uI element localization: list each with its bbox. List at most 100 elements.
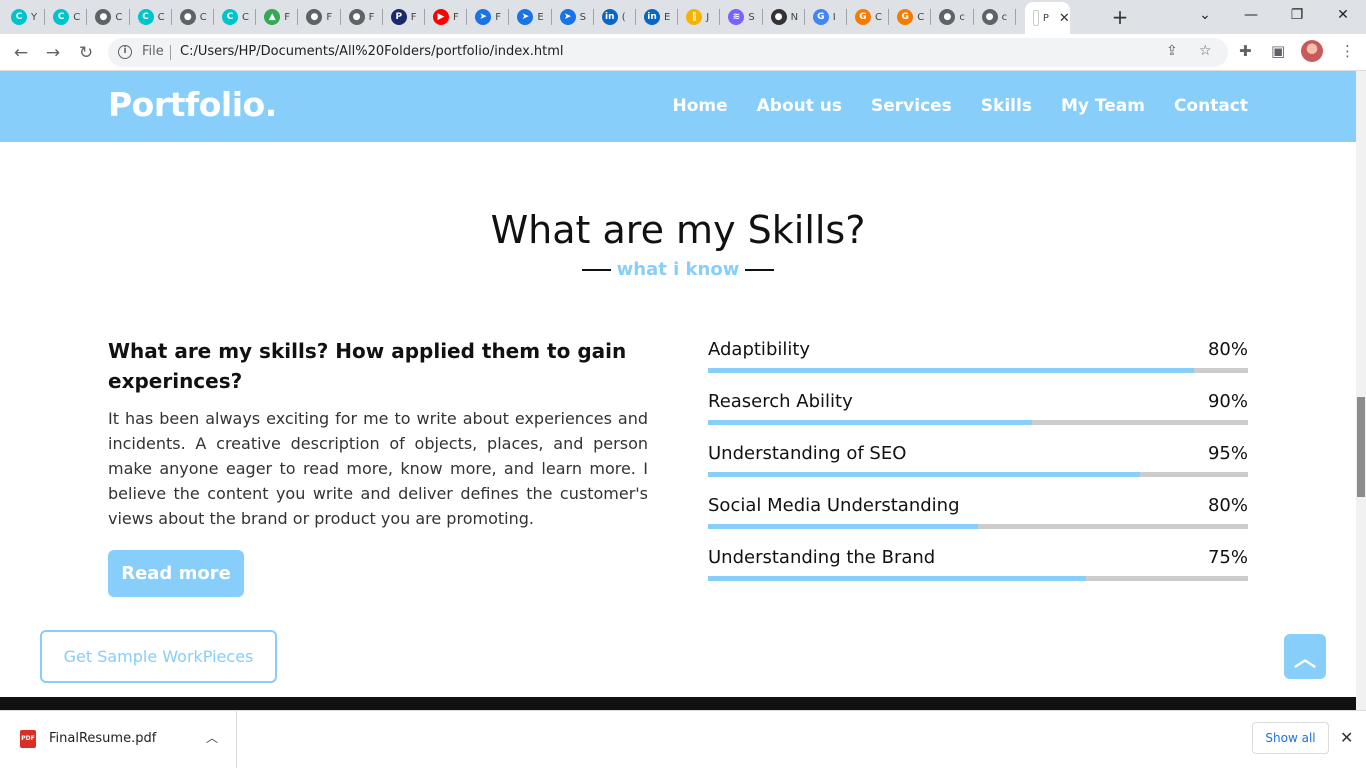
browser-tab[interactable]: PF	[383, 4, 425, 30]
tab-title: c	[959, 11, 965, 23]
tab-title: F	[368, 11, 375, 23]
browser-tab[interactable]: CC	[214, 4, 257, 30]
show-all-button[interactable]: Show all	[1252, 722, 1329, 754]
browser-tab[interactable]: in E	[636, 4, 679, 30]
skill-percent: 90%	[1207, 391, 1248, 412]
browser-tab[interactable]: ● c	[931, 4, 974, 30]
close-window-icon[interactable]: ✕	[1320, 0, 1366, 30]
page-viewport: Portfolio. Home About us Services Skills…	[0, 71, 1356, 710]
tab-title: (	[621, 11, 626, 23]
tab-separator	[508, 9, 510, 25]
browser-tab[interactable]: CC	[130, 4, 172, 30]
skill-fill	[708, 472, 1140, 477]
browser-tab[interactable]: ● N	[763, 4, 805, 30]
tab-separator	[550, 9, 552, 25]
tab-title: c	[1001, 11, 1008, 23]
nav-contact[interactable]: Contact	[1174, 96, 1248, 116]
site-info-icon[interactable]: i	[118, 45, 132, 59]
extensions-icon[interactable]: ✚	[1239, 42, 1252, 60]
side-panel-icon[interactable]: ▣	[1271, 42, 1285, 60]
arrow-app-icon: ➤	[475, 9, 492, 25]
bookmark-star-icon[interactable]: ☆	[1199, 43, 1212, 59]
url-text[interactable]: C:/Users/HP/Documents/All%20Folders/port…	[180, 44, 564, 59]
tab-search-icon[interactable]: ⌄	[1182, 0, 1228, 30]
subtitle-line-right	[745, 268, 775, 271]
chevron-up-icon[interactable]: ︿	[206, 729, 218, 746]
tab-separator	[719, 9, 721, 25]
browser-tab[interactable]: ➤ E	[509, 4, 552, 30]
browser-toolbar: ← → ↻ i File C:/Users/HP/Documents/All%2…	[0, 34, 1366, 71]
tab-separator	[423, 9, 425, 25]
minimize-icon[interactable]: —	[1228, 0, 1274, 30]
linkedin-icon: in	[644, 9, 660, 25]
nav-skills[interactable]: Skills	[981, 96, 1032, 116]
browser-tab[interactable]: ● F	[298, 4, 341, 30]
browser-tab[interactable]: ≋ S	[720, 4, 763, 30]
browser-tab[interactable]: ➤ S	[552, 4, 594, 30]
site-logo[interactable]: Portfolio.	[108, 85, 277, 124]
browser-tab[interactable]: ‖ J	[678, 4, 721, 30]
tab-title: F	[284, 11, 290, 23]
nav-home[interactable]: Home	[672, 96, 727, 116]
browser-tab[interactable]: ▶ F	[425, 4, 468, 30]
browser-tab[interactable]: GC	[889, 4, 932, 30]
get-sample-workpieces-button[interactable]: Get Sample WorkPieces	[40, 630, 277, 683]
bars-icon: ‖	[686, 9, 703, 25]
skill-percent: 75%	[1207, 547, 1248, 568]
browser-tab[interactable]: ▲ F	[256, 4, 299, 30]
skill-fill	[708, 368, 1194, 373]
share-icon[interactable]: ⇪	[1166, 43, 1178, 59]
tab-title: F	[453, 11, 459, 23]
page-scrollbar[interactable]	[1356, 71, 1366, 710]
tab-separator	[888, 9, 890, 25]
browser-tab[interactable]: GI	[805, 4, 847, 30]
tab-title: F	[326, 11, 333, 23]
skill-track	[708, 368, 1248, 373]
tab-separator	[44, 9, 46, 25]
browser-tab[interactable]: ● c	[974, 4, 1016, 30]
forward-icon[interactable]: →	[41, 41, 65, 65]
section-title: What are my Skills?	[490, 208, 866, 252]
nav-team[interactable]: My Team	[1061, 96, 1145, 116]
tab-separator	[677, 9, 679, 25]
skill-name: Understanding of SEO	[708, 443, 907, 464]
tab-separator	[297, 9, 299, 25]
close-download-bar-icon[interactable]: ✕	[1340, 728, 1353, 747]
browser-tab[interactable]: ➤ F	[467, 4, 510, 30]
back-icon[interactable]: ←	[9, 41, 33, 65]
tab-separator	[845, 9, 847, 25]
tab-title: S	[748, 11, 755, 23]
browser-tab[interactable]: P ✕	[1024, 2, 1070, 34]
tab-separator	[634, 9, 636, 25]
subtitle-text: what i know	[616, 259, 740, 280]
read-more-button[interactable]: Read more	[108, 550, 244, 597]
browser-tab[interactable]: CC	[45, 4, 88, 30]
browser-tab[interactable]: ● C	[172, 4, 214, 30]
new-tab-button[interactable]: +	[1108, 4, 1132, 30]
tab-separator	[803, 9, 805, 25]
tab-title: P	[1042, 12, 1049, 24]
download-file-name[interactable]: FinalResume.pdf	[49, 731, 156, 746]
close-tab-icon[interactable]: ✕	[1059, 11, 1070, 26]
browser-tab[interactable]: CY	[3, 4, 46, 30]
profile-avatar[interactable]	[1301, 40, 1323, 62]
tab-title: E	[537, 11, 544, 23]
tab-separator	[972, 9, 974, 25]
address-bar[interactable]: i File C:/Users/HP/Documents/All%20Folde…	[108, 38, 1228, 67]
download-item[interactable]: PDF FinalResume.pdf ︿	[0, 711, 237, 768]
scroll-to-top-icon[interactable]: ︿	[1284, 634, 1326, 679]
menu-kebab-icon[interactable]: ⋮	[1340, 42, 1355, 60]
tab-separator	[466, 9, 468, 25]
nav-about[interactable]: About us	[757, 96, 842, 116]
browser-tab[interactable]: GC	[847, 4, 890, 30]
nav-services[interactable]: Services	[871, 96, 952, 116]
reload-icon[interactable]: ↻	[74, 41, 98, 65]
browser-tab[interactable]: in(	[594, 4, 636, 30]
browser-tab[interactable]: ● F	[341, 4, 383, 30]
tab-separator	[339, 9, 341, 25]
scrollbar-thumb[interactable]	[1357, 397, 1365, 497]
file-scheme-label: File	[142, 44, 164, 59]
browser-tab[interactable]: ● C	[87, 4, 130, 30]
restore-icon[interactable]: ❐	[1274, 0, 1320, 30]
globe-icon: ●	[179, 9, 196, 25]
